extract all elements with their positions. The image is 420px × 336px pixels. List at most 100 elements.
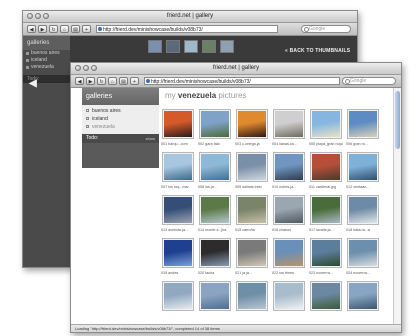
thumbnail-photo[interactable] (310, 109, 342, 139)
thumbnail-photo[interactable] (347, 238, 379, 268)
thumbnail-item[interactable] (272, 281, 306, 321)
thumbnail-photo[interactable] (347, 281, 379, 311)
minimize-window-icon[interactable] (35, 13, 41, 19)
reload-icon[interactable]: ↻ (49, 25, 58, 33)
todo-show-link[interactable]: show (146, 134, 155, 143)
thumbnail-photo[interactable] (347, 152, 379, 182)
thumbnail-photo[interactable] (273, 281, 305, 311)
thumbnail-item[interactable]: 024 noverrra... (346, 238, 380, 278)
thumbnail-item[interactable]: 022 los frines (272, 238, 306, 278)
thumbnail-photo[interactable] (310, 238, 342, 268)
thumbnail-item[interactable]: 019 andes (161, 238, 195, 278)
filmstrip-thumbnail[interactable] (148, 40, 162, 53)
thumbnail-item[interactable]: 017 lavalle.ja... (309, 195, 343, 235)
thumbnail-photo[interactable] (347, 109, 379, 139)
back-arrow-icon[interactable]: ◀ (75, 77, 84, 85)
thumbnail-item[interactable]: 021 ja.ja... (235, 238, 269, 278)
filmstrip-thumbnail[interactable] (202, 40, 216, 53)
thumbnail-item[interactable]: 006 gran ro... (346, 109, 380, 149)
thumbnail-photo[interactable] (310, 195, 342, 225)
add-bookmark-icon[interactable]: + (130, 77, 139, 85)
print-icon[interactable]: ▤ (119, 77, 128, 85)
add-bookmark-icon[interactable]: + (82, 25, 91, 33)
thumbnail-caption: 019 andes (161, 271, 179, 275)
thumbnail-photo[interactable] (310, 281, 342, 311)
thumbnail-photo[interactable] (236, 152, 268, 182)
thumbnail-photo[interactable] (162, 109, 194, 139)
thumbnail-photo[interactable] (162, 195, 194, 225)
sidebar-item-iceland[interactable]: iceland (23, 57, 70, 64)
thumbnail-photo[interactable] (236, 238, 268, 268)
filmstrip-thumbnail[interactable] (220, 40, 234, 53)
forward-arrow-icon[interactable]: ▶ (86, 77, 95, 85)
search-field[interactable]: Google (342, 77, 396, 85)
home-icon[interactable]: ⌂ (108, 77, 117, 85)
thumbnail-photo[interactable] (273, 195, 305, 225)
forward-arrow-icon[interactable]: ▶ (38, 25, 47, 33)
minimize-window-icon[interactable] (83, 65, 89, 71)
thumbnail-item[interactable]: 011 cardenal.jpg (309, 152, 343, 192)
thumbnail-item[interactable]: 015 carroña (235, 195, 269, 235)
thumbnail-photo[interactable] (199, 195, 231, 225)
thumbnail-photo[interactable] (273, 109, 305, 139)
back-to-thumbnails-link[interactable]: « BACK TO THUMBNAILS (285, 48, 350, 54)
thumbnail-item[interactable] (346, 281, 380, 321)
sidebar-item-buenos-aires[interactable]: buenos aires (23, 50, 70, 57)
sidebar-item-buenos-aires[interactable]: buenos aires (82, 107, 159, 115)
thumbnail-photo[interactable] (199, 238, 231, 268)
thumbnail-item[interactable]: 023 noverrra... (309, 238, 343, 278)
back-arrow-icon[interactable]: ◀ (27, 25, 36, 33)
home-icon[interactable]: ⌂ (60, 25, 69, 33)
thumbnail-item[interactable]: 001 barqu...com (161, 109, 195, 149)
thumbnail-item[interactable]: 014 monte.s...jira (198, 195, 232, 235)
search-field[interactable]: Google (301, 25, 351, 33)
thumbnail-photo[interactable] (162, 238, 194, 268)
thumbnail-photo[interactable] (162, 281, 194, 311)
close-window-icon[interactable] (27, 13, 33, 19)
thumbnail-item[interactable]: 016 chanos (272, 195, 306, 235)
thumbnail-photo[interactable] (199, 281, 231, 311)
zoom-window-icon[interactable] (43, 13, 49, 19)
address-bar[interactable]: http://frierd.dev/minishowcase/builds/v0… (96, 25, 278, 33)
thumbnail-photo[interactable] (236, 195, 268, 225)
thumbnail-photo[interactable] (236, 109, 268, 139)
thumbnail-item[interactable]: 010 nubes.ja... (272, 152, 306, 192)
thumbnail-photo[interactable] (347, 195, 379, 225)
thumbnail-item[interactable]: 002 gara fala (198, 109, 232, 149)
thumbnail-photo[interactable] (236, 281, 268, 311)
sidebar-item-venezuela[interactable]: venezuela (82, 123, 159, 131)
thumbnail-item[interactable]: 020 tacha (198, 238, 232, 278)
print-icon[interactable]: ▤ (71, 25, 80, 33)
address-bar[interactable]: http://frierd.dev/minishowcase/builds/v0… (144, 77, 340, 85)
thumbnail-item[interactable]: 018 iskia.ra...a (346, 195, 380, 235)
filmstrip-thumbnail[interactable] (166, 40, 180, 53)
thumbnail-item[interactable] (235, 281, 269, 321)
scrollbar-thumb[interactable] (395, 91, 400, 149)
thumbnail-photo[interactable] (310, 152, 342, 182)
thumbnail-item[interactable]: 012 ventaan... (346, 152, 380, 192)
filmstrip-thumbnail[interactable] (184, 40, 198, 53)
thumbnail-item[interactable]: 009 salinas inter (235, 152, 269, 192)
thumbnail-item[interactable]: 008 los.ja... (198, 152, 232, 192)
thumbnail-photo[interactable] (199, 152, 231, 182)
thumbnail-photo[interactable] (162, 152, 194, 182)
sidebar-item-venezuela[interactable]: venezuela (23, 64, 70, 71)
zoom-window-icon[interactable] (91, 65, 97, 71)
thumbnail-item[interactable]: 013 avenida.ja... (161, 195, 195, 235)
thumbnail-item[interactable]: 007 los roq...mar (161, 152, 195, 192)
thumbnail-item[interactable] (198, 281, 232, 321)
thumbnail-item[interactable]: 005 playa_gran roque (309, 109, 343, 149)
previous-image-arrow-icon[interactable]: ◀ (29, 78, 37, 89)
reload-icon[interactable]: ↻ (97, 77, 106, 85)
close-window-icon[interactable] (75, 65, 81, 71)
thumbnail-item[interactable] (309, 281, 343, 321)
todo-bar: Todo: show (82, 134, 159, 143)
thumbnail-item[interactable]: 003 c-ortega.ja (235, 109, 269, 149)
sidebar-item-iceland[interactable]: iceland (82, 115, 159, 123)
thumbnail-photo[interactable] (273, 152, 305, 182)
thumbnail-item[interactable] (161, 281, 195, 321)
thumbnail-photo[interactable] (199, 109, 231, 139)
thumbnail-photo[interactable] (273, 238, 305, 268)
vertical-scrollbar[interactable] (393, 88, 401, 324)
thumbnail-item[interactable]: 004 lianas.ca... (272, 109, 306, 149)
